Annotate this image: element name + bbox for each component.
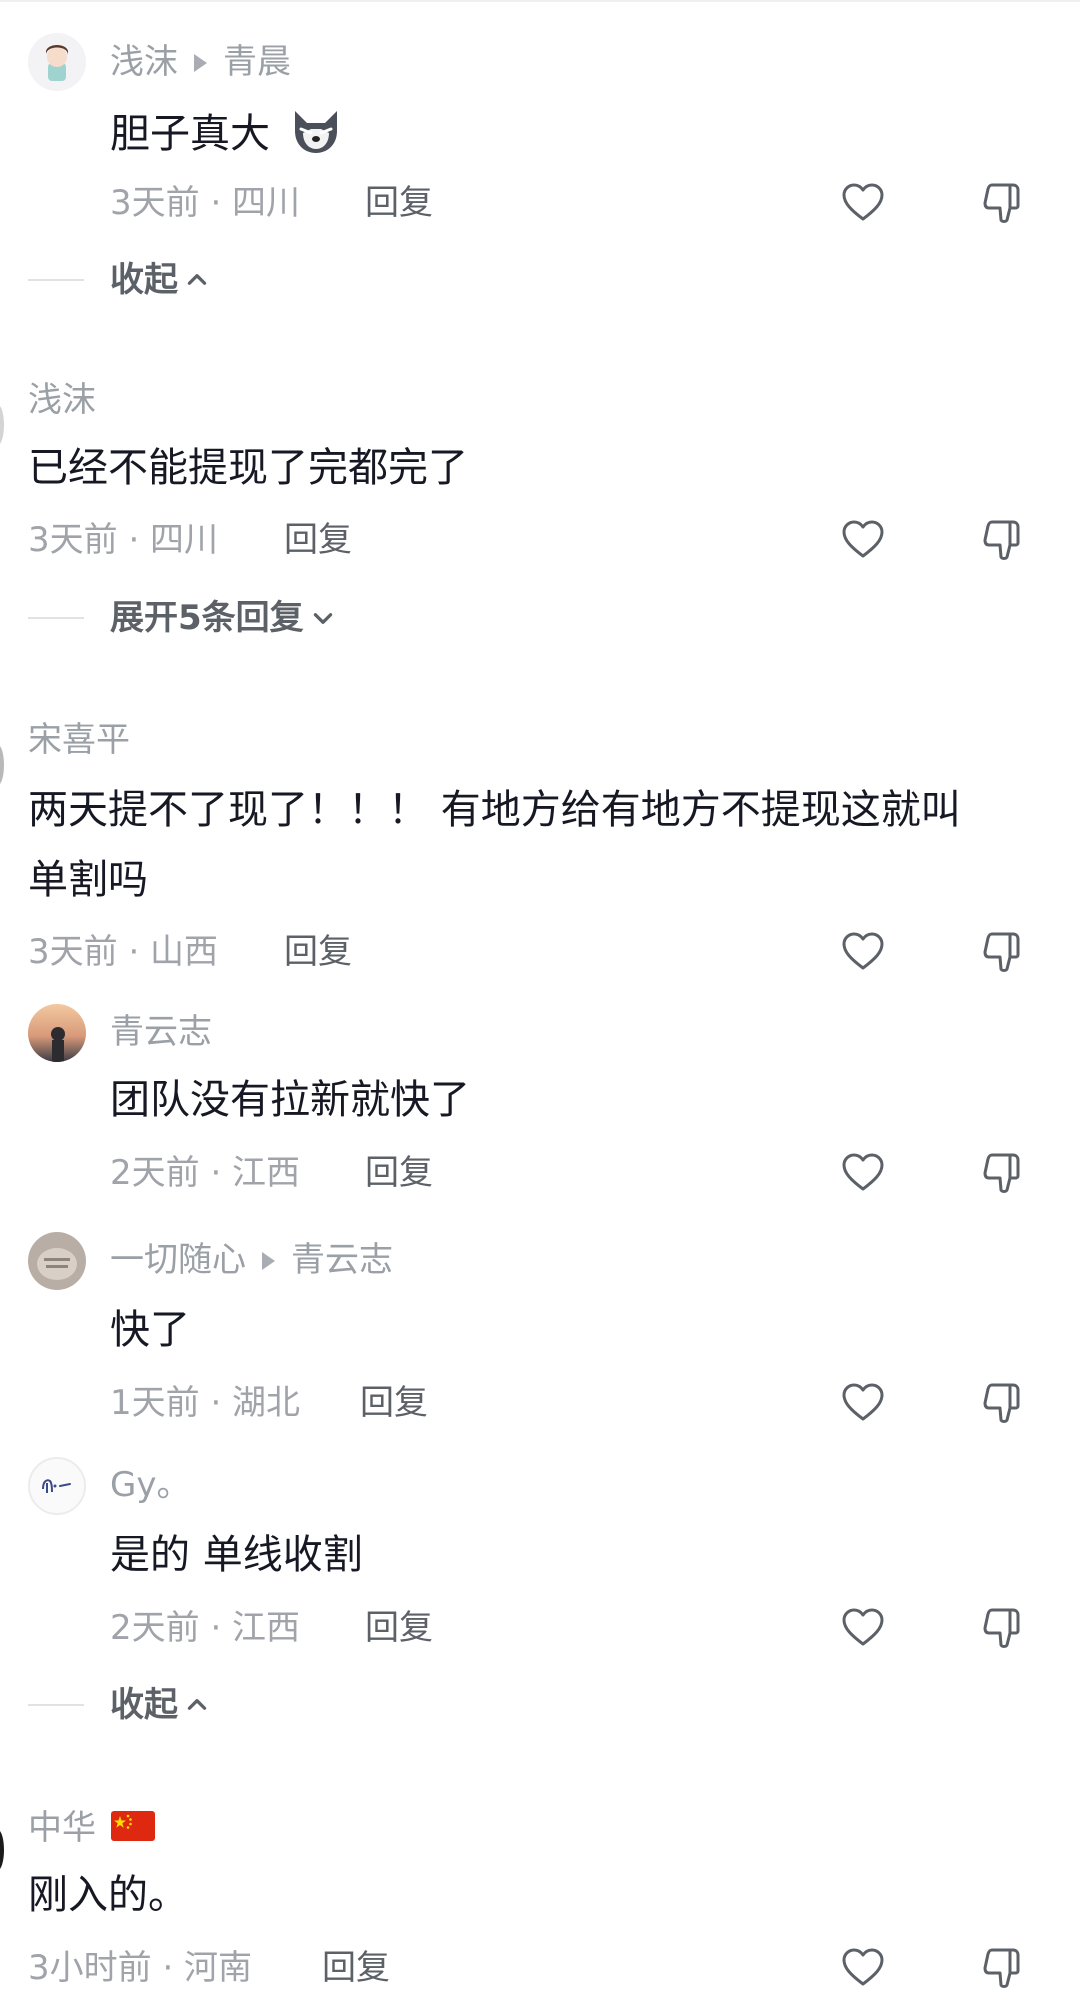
author-name[interactable]: 一切随心 [110, 1240, 246, 1280]
author-name[interactable]: 宋喜平 [28, 720, 130, 760]
reply-button[interactable]: 回复 [284, 932, 352, 972]
thumbs-down-outline-icon[interactable] [980, 517, 1026, 563]
reply-to-name[interactable]: 青晨 [223, 42, 291, 82]
expand-label[interactable]: 展开5条回复 [110, 598, 304, 638]
chevron-up-icon [184, 1692, 210, 1718]
comment-text: 刚入的。 [28, 1872, 188, 1918]
expand-replies-button[interactable]: 展开5条回复 [28, 598, 336, 638]
avatar[interactable] [28, 1004, 86, 1062]
thumbs-down-outline-icon[interactable] [980, 1605, 1026, 1651]
comment-meta: 3天前 · 四川 [110, 183, 301, 223]
heart-outline-icon[interactable] [840, 1945, 886, 1991]
thread-divider [28, 617, 84, 619]
author-name[interactable]: 青云志 [110, 1012, 212, 1052]
comment-meta: 3小时前 · 河南 [28, 1948, 253, 1988]
collapse-replies-button[interactable]: 收起 [28, 260, 210, 300]
comment-meta: 3天前 · 四川 [28, 520, 219, 560]
reply-to-name[interactable]: 青云志 [291, 1240, 393, 1280]
thread-divider [28, 279, 84, 281]
avatar[interactable] [28, 1457, 86, 1515]
chevron-up-icon [184, 267, 210, 293]
china-flag-emoji-icon [110, 1810, 155, 1850]
reply-arrow-icon [194, 53, 207, 72]
comment-author[interactable]: 一切随心 青云志 [110, 1240, 393, 1280]
reply-button[interactable]: 回复 [360, 1383, 428, 1423]
heart-outline-icon[interactable] [840, 1380, 886, 1426]
thumbs-down-outline-icon[interactable] [980, 1150, 1026, 1196]
reply-arrow-icon [262, 1251, 275, 1270]
heart-outline-icon[interactable] [840, 517, 886, 563]
top-divider [0, 0, 1080, 2]
author-name[interactable]: 浅沫 [28, 380, 96, 420]
avatar[interactable] [0, 405, 4, 445]
collapse-label[interactable]: 收起 [110, 1685, 178, 1725]
chevron-down-icon [310, 605, 336, 631]
wolf-face-emoji-icon [287, 105, 345, 167]
comment-author[interactable]: 浅沫 青晨 [110, 42, 291, 82]
comment-meta: 1天前 · 湖北 [110, 1383, 301, 1423]
reply-button[interactable]: 回复 [322, 1948, 390, 1988]
comment-text-line-1: 两天提不了现了！！！ 有地方给有地方不提现这就叫 [28, 787, 961, 833]
author-name[interactable]: 浅沫 [110, 42, 178, 82]
collapse-replies-button[interactable]: 收起 [28, 1685, 210, 1725]
comment-text: 团队没有拉新就快了 [110, 1077, 470, 1123]
comment-text-content: 胆子真大 [110, 111, 270, 157]
thumbs-down-outline-icon[interactable] [980, 1945, 1026, 1991]
author-name[interactable]: 中华 [28, 1808, 96, 1848]
heart-outline-icon[interactable] [840, 180, 886, 226]
avatar[interactable] [0, 745, 4, 785]
reply-button[interactable]: 回复 [365, 183, 433, 223]
reply-button[interactable]: 回复 [365, 1608, 433, 1648]
heart-outline-icon[interactable] [840, 1150, 886, 1196]
heart-outline-icon[interactable] [840, 1605, 886, 1651]
avatar[interactable] [0, 1830, 4, 1870]
comment-meta: 2天前 · 江西 [110, 1608, 301, 1648]
comment-text-line-2: 单割吗 [28, 857, 148, 903]
comment-meta: 2天前 · 江西 [110, 1153, 301, 1193]
avatar[interactable] [28, 33, 86, 91]
thumbs-down-outline-icon[interactable] [980, 180, 1026, 226]
reply-button[interactable]: 回复 [284, 520, 352, 560]
comment-text: 是的 单线收割 [110, 1532, 363, 1578]
author-name[interactable]: Gy。 [110, 1465, 190, 1505]
comment-text: 快了 [110, 1307, 190, 1353]
heart-outline-icon[interactable] [840, 929, 886, 975]
collapse-label[interactable]: 收起 [110, 260, 178, 300]
thread-divider [28, 1704, 84, 1706]
comment-text: 已经不能提现了完都完了 [28, 445, 468, 491]
comment-text: 胆子真大 [110, 105, 345, 167]
thumbs-down-outline-icon[interactable] [980, 1380, 1026, 1426]
reply-button[interactable]: 回复 [365, 1153, 433, 1193]
comment-author[interactable]: 中华 [28, 1808, 155, 1850]
avatar[interactable] [28, 1232, 86, 1290]
thumbs-down-outline-icon[interactable] [980, 929, 1026, 975]
comment-meta: 3天前 · 山西 [28, 932, 219, 972]
